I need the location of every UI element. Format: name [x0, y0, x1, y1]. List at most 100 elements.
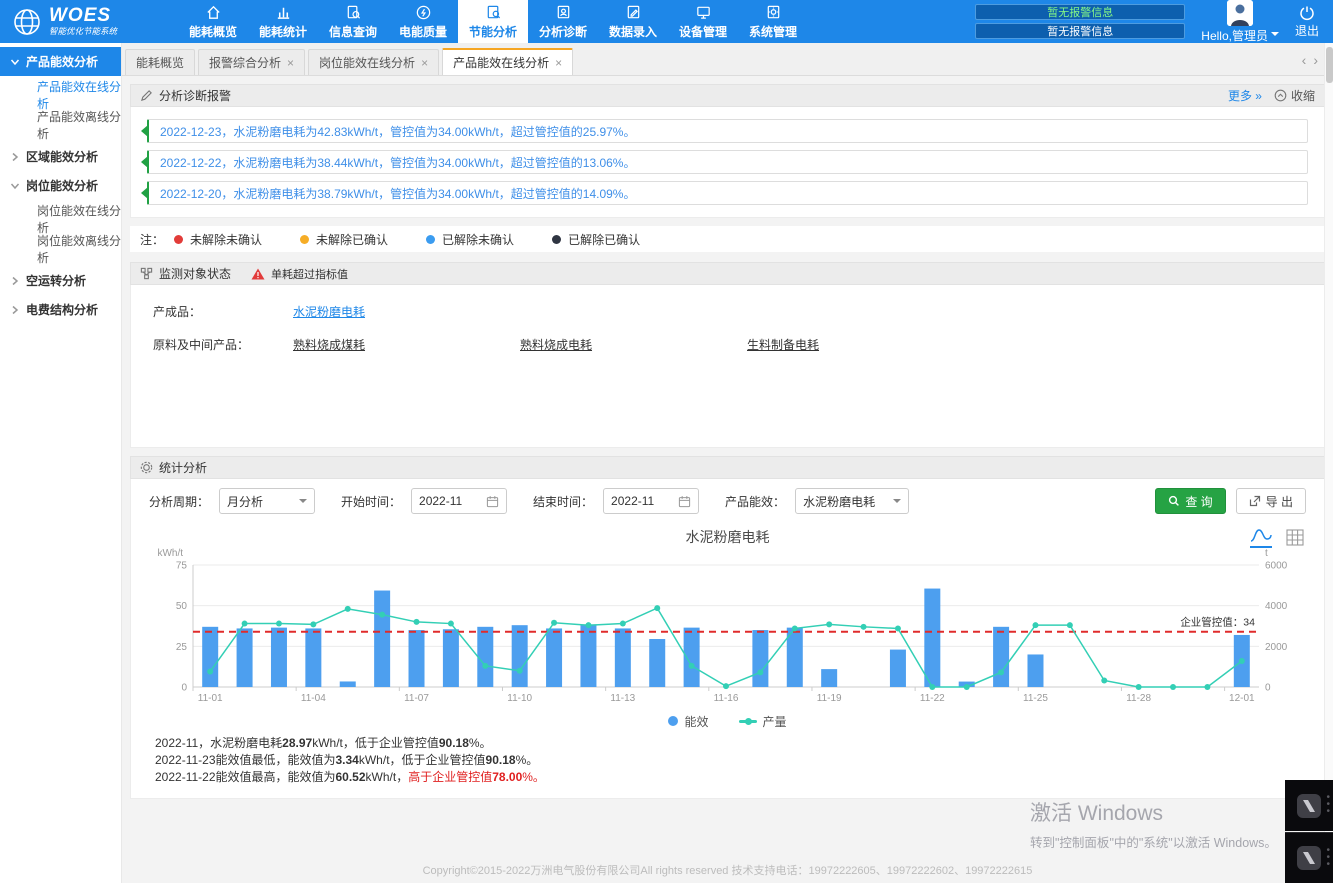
- legend-label: 已解除已确认: [568, 231, 640, 248]
- nav-item-data-entry[interactable]: 数据录入: [598, 0, 668, 43]
- alert-banner-text: 暂无报警信息: [1047, 23, 1113, 39]
- tab-product-energy-online-analysis[interactable]: 产品能效在线分析 ×: [442, 48, 573, 75]
- summary-line-1: 2022-11，水泥粉磨电耗28.97kWh/t，低于企业管控值90.18%。: [155, 735, 1324, 752]
- product-energy-value: 水泥粉磨电耗: [803, 493, 875, 510]
- link-clinker-power[interactable]: 熟料烧成电耗: [520, 336, 747, 353]
- nav-label: 设备管理: [679, 23, 727, 40]
- sidebar-item-post-energy-analysis[interactable]: 岗位能效分析: [0, 171, 121, 200]
- nav-item-energy-analysis[interactable]: 节能分析: [458, 0, 528, 43]
- sidebar-item-idle-run-analysis[interactable]: 空运转分析: [0, 266, 121, 295]
- end-date-input[interactable]: 2022-11: [603, 488, 699, 514]
- nav-label: 能耗概览: [189, 23, 237, 40]
- start-date-input[interactable]: 2022-11: [411, 488, 507, 514]
- export-button[interactable]: 导 出: [1236, 488, 1306, 514]
- screen-overlay-widget-1[interactable]: •••: [1285, 780, 1333, 831]
- panel-title: 统计分析: [159, 459, 207, 476]
- period-select[interactable]: 月分析: [219, 488, 315, 514]
- alert-banners: 暂无报警信息 暂无报警信息: [975, 4, 1185, 39]
- nav-item-power-quality[interactable]: 电能质量: [388, 0, 458, 43]
- nav-item-system-mgmt[interactable]: 系统管理: [738, 0, 808, 43]
- search-button[interactable]: 查 询: [1155, 488, 1225, 514]
- power-icon: [1299, 5, 1315, 21]
- nav-item-info-query[interactable]: 信息查询: [318, 0, 388, 43]
- chevron-down-icon: [299, 499, 307, 507]
- export-icon: [1249, 495, 1261, 507]
- link-clinker-coal[interactable]: 熟料烧成煤耗: [293, 336, 520, 353]
- sidebar-item-product-energy-analysis[interactable]: 产品能效分析: [0, 47, 121, 76]
- tab-alarm-comprehensive-analysis[interactable]: 报警综合分析 ×: [198, 49, 305, 75]
- sidebar: 产品能效分析 产品能效在线分析 产品能效离线分析 区域能效分析 岗位能效分析: [0, 43, 122, 883]
- sidebar-item-product-energy-offline[interactable]: 产品能效离线分析: [0, 112, 121, 138]
- chevron-right-icon: [10, 152, 20, 162]
- more-link[interactable]: 更多 »: [1228, 87, 1262, 104]
- chevron-right-icon: [10, 276, 20, 286]
- sidebar-item-label: 产品能效在线分析: [37, 78, 121, 112]
- app-logo: WOES 智能优化节能系统: [0, 0, 178, 43]
- sidebar-item-post-energy-online[interactable]: 岗位能效在线分析: [0, 206, 121, 232]
- scrollbar-thumb[interactable]: [1326, 47, 1333, 83]
- product-energy-select[interactable]: 水泥粉磨电耗: [795, 488, 909, 514]
- alarm-message-row[interactable]: 2022-12-20，水泥粉磨电耗为38.79kWh/t，管控值为34.00kW…: [147, 181, 1308, 205]
- legend-item-output[interactable]: 产量: [739, 713, 787, 730]
- alarm-message-row[interactable]: 2022-12-22，水泥粉磨电耗为38.44kWh/t，管控值为34.00kW…: [147, 150, 1308, 174]
- red-dot-icon: [174, 235, 183, 244]
- screen-overlay-widget-2[interactable]: •••: [1285, 832, 1333, 883]
- alert-banner-2[interactable]: 暂无报警信息: [975, 23, 1185, 39]
- sidebar-item-label: 岗位能效分析: [26, 177, 98, 194]
- alert-banner-1[interactable]: 暂无报警信息: [975, 4, 1185, 20]
- top-nav: 能耗概览 能耗统计 信息查询 电能质量 节能分析 分析诊断: [178, 0, 808, 43]
- sidebar-item-post-energy-offline[interactable]: 岗位能效离线分析: [0, 236, 121, 262]
- app-window: WOES 智能优化节能系统 能耗概览 能耗统计 信息查询 电能质量: [0, 0, 1333, 883]
- alarm-status-legend: 注： 未解除未确认 未解除已确认 已解除未确认: [130, 226, 1325, 252]
- monitor-row-intermediate: 原料及中间产品： 熟料烧成煤耗 熟料烧成电耗 生料制备电耗: [153, 336, 1324, 353]
- header-right: 暂无报警信息 暂无报警信息 Hello,管理员 退出: [975, 0, 1333, 43]
- sidebar-item-product-energy-online[interactable]: 产品能效在线分析: [0, 82, 121, 108]
- svg-text:50: 50: [175, 601, 187, 612]
- sidebar-item-region-energy-analysis[interactable]: 区域能效分析: [0, 142, 121, 171]
- link-cement-grinding-power[interactable]: 水泥粉磨电耗: [293, 303, 520, 320]
- legend-item-efficiency[interactable]: 能效: [668, 713, 708, 730]
- doc-search-icon: [345, 4, 362, 21]
- close-icon[interactable]: ×: [555, 58, 562, 68]
- link-rawmeal-power[interactable]: 生料制备电耗: [747, 336, 974, 353]
- alarm-message-row[interactable]: 2022-12-23，水泥粉磨电耗为42.83kWh/t，管控值为34.00kW…: [147, 119, 1308, 143]
- bar-chart-icon: [275, 4, 292, 21]
- sidebar-item-label: 产品能效离线分析: [37, 108, 121, 142]
- chevron-down-icon: [1271, 32, 1279, 40]
- nav-label: 信息查询: [329, 23, 377, 40]
- nav-item-energy-stats[interactable]: 能耗统计: [248, 0, 318, 43]
- chart-legend: 能效 产量: [131, 711, 1324, 731]
- line-chart-toggle[interactable]: [1250, 527, 1272, 548]
- tab-energy-overview[interactable]: 能耗概览: [125, 49, 195, 75]
- tab-scroll-arrows[interactable]: ‹›: [1302, 52, 1325, 68]
- calendar-icon: [678, 495, 691, 508]
- user-menu[interactable]: Hello,管理员: [1201, 0, 1279, 44]
- panel-title: 监测对象状态: [159, 265, 231, 282]
- close-icon[interactable]: ×: [421, 58, 428, 68]
- svg-text:11-10: 11-10: [507, 693, 532, 704]
- stats-panel-body: 分析周期： 月分析 开始时间： 2022-11 结束时间：: [130, 479, 1325, 799]
- analysis-doc-icon: [485, 4, 502, 21]
- nav-item-device-mgmt[interactable]: 设备管理: [668, 0, 738, 43]
- tab-post-energy-online-analysis[interactable]: 岗位能效在线分析 ×: [308, 49, 439, 75]
- svg-text:11-04: 11-04: [300, 693, 325, 704]
- logout-button[interactable]: 退出: [1295, 5, 1319, 39]
- table-view-toggle[interactable]: [1284, 529, 1306, 548]
- close-icon[interactable]: ×: [287, 58, 294, 68]
- filter-toolbar: 分析周期： 月分析 开始时间： 2022-11 结束时间：: [131, 479, 1324, 523]
- nav-item-energy-overview[interactable]: 能耗概览: [178, 0, 248, 43]
- sidebar-item-label: 产品能效分析: [26, 53, 98, 70]
- overlay-app-icon: [1296, 793, 1322, 819]
- overlay-app-icon: [1296, 845, 1322, 871]
- vertical-scrollbar[interactable]: [1324, 43, 1333, 883]
- legend-label: 未解除已确认: [316, 231, 388, 248]
- chevron-right-icon: [10, 305, 20, 315]
- collapse-button[interactable]: 收缩: [1274, 87, 1315, 104]
- legend-label: 产量: [763, 713, 787, 730]
- nav-item-analysis-diagnosis[interactable]: 分析诊断: [528, 0, 598, 43]
- dark-dot-icon: [552, 235, 561, 244]
- svg-text:11-16: 11-16: [713, 693, 738, 704]
- row-label: 原料及中间产品：: [153, 336, 293, 353]
- summary-line-3: 2022-11-22能效值最高，能效值为60.52kWh/t，高于企业管控值78…: [155, 769, 1324, 786]
- sidebar-item-tariff-structure-analysis[interactable]: 电费结构分析: [0, 295, 121, 324]
